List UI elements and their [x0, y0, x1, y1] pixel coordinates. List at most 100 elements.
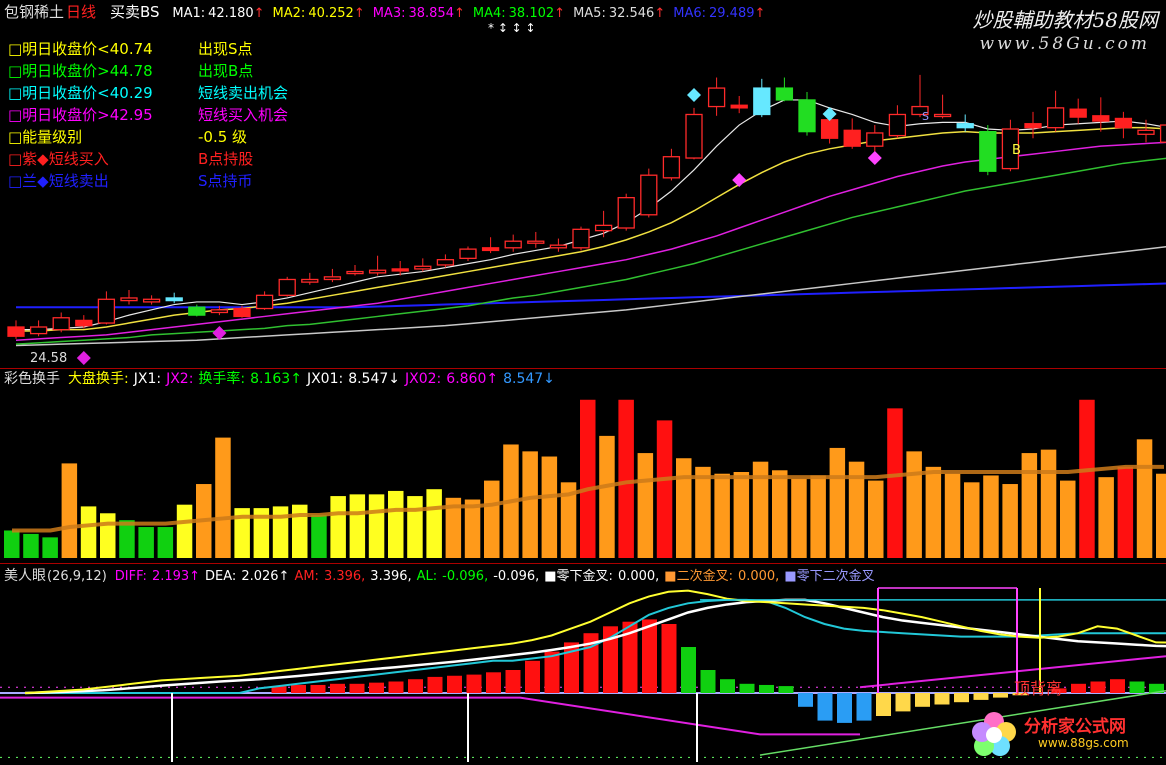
turnover-bar [1021, 453, 1038, 558]
candle-body [7, 326, 25, 337]
turnover-bar [272, 506, 289, 558]
candle-body [1024, 123, 1042, 129]
magenta-trend [0, 696, 860, 736]
macd-bar [1071, 683, 1086, 693]
turnover-bar [1156, 473, 1166, 558]
turnover-bar [791, 478, 807, 558]
macd-bar [408, 679, 423, 693]
macd-bar [856, 693, 872, 721]
signal-diamond [867, 151, 882, 165]
macd-bar [934, 693, 950, 705]
turnover-bar [772, 470, 788, 558]
macd-params: (26,9,12) [47, 569, 107, 584]
macd-bar [1090, 681, 1106, 693]
turnover-bar [42, 537, 58, 558]
candle-body [278, 278, 296, 296]
candle-body [843, 129, 861, 147]
ma5-line [15, 246, 1166, 347]
macd-bar [739, 683, 755, 693]
macd-bar [1129, 681, 1145, 693]
macd-bar [388, 681, 404, 693]
candle-body [346, 270, 364, 275]
flower-icon [972, 712, 1016, 756]
mid-header-item: 8.163↑ [250, 371, 302, 387]
turnover-bar [388, 490, 404, 558]
macd-bar [700, 670, 716, 693]
bot-header-item: ■二次金叉: [664, 569, 733, 584]
candle-body [775, 87, 794, 101]
signal-diamond [687, 88, 701, 102]
candle-body [662, 156, 681, 179]
macd-bar [954, 693, 969, 703]
candle-body [956, 123, 974, 129]
turnover-bar [176, 504, 193, 558]
candle-body [368, 269, 387, 274]
candle-body [1137, 129, 1155, 135]
turnover-bar [695, 466, 711, 558]
turnover-bar [4, 530, 20, 558]
macd-bar [544, 651, 560, 693]
macd-bar [505, 670, 521, 693]
candle-body [1159, 124, 1166, 143]
macd-bar [427, 676, 443, 693]
turnover-panel-header: 彩色换手 大盘换手: JX1: JX2: 换手率: 8.163↑ JX01: 8.547↓ JX… [4, 371, 566, 387]
bot-header-item: AL: [416, 569, 438, 584]
turnover-bar [484, 480, 500, 558]
macd-bar [525, 660, 540, 693]
candle-body [414, 265, 432, 270]
turnover-bar [157, 527, 174, 558]
candle-body [165, 297, 183, 302]
candle-body [979, 130, 997, 172]
turnover-bar [349, 494, 366, 558]
candle-body [1114, 117, 1133, 129]
mid-header-item: 大盘换手: [68, 371, 129, 387]
candle-body [594, 224, 613, 232]
bot-header-item: DEA: [205, 569, 237, 584]
turnover-bar [368, 494, 385, 558]
candle-body [391, 268, 409, 272]
candle-body [188, 306, 206, 316]
mid-header-item: JX1: [133, 371, 162, 387]
turnover-title[interactable]: 彩色换手 [4, 371, 60, 387]
macd-bar [778, 686, 794, 693]
divergence-label: 顶背离 [1014, 679, 1063, 698]
candle-body [798, 99, 816, 133]
candle-body [685, 113, 703, 159]
turnover-bar [61, 463, 78, 558]
turnover-bar [829, 447, 846, 558]
bot-header-item: -0.096, [493, 569, 540, 584]
bot-header-item: ■零下金叉: [544, 569, 613, 584]
candle-body [1092, 115, 1110, 122]
macd-bar [837, 693, 852, 723]
candle-body [52, 317, 70, 331]
candle-body [97, 298, 116, 324]
macd-bar [817, 693, 833, 721]
macd-bar [973, 693, 989, 700]
turnover-bar [23, 533, 39, 558]
bot-header-item: -0.096, [442, 569, 489, 584]
separator-1 [0, 368, 1166, 369]
macd-bar [895, 693, 911, 712]
turnover-bar [1060, 480, 1076, 558]
macd-bar [486, 672, 501, 693]
candle-body [323, 276, 342, 281]
candle-body [504, 240, 522, 249]
turnover-bar [330, 496, 346, 558]
turnover-bar [906, 451, 922, 558]
macd-bar [798, 693, 813, 707]
turnover-bar [426, 489, 442, 558]
turnover-bar [637, 453, 654, 558]
candle-body [481, 247, 500, 252]
candle-body [753, 87, 771, 116]
logo-88gs: 分析家公式网 www.88gs.com [970, 706, 1162, 761]
bot-header-item: DIFF: [114, 569, 147, 584]
candle-body [640, 174, 658, 216]
turnover-bar [733, 472, 750, 558]
turnover-bar [925, 466, 942, 558]
low-price-label: 24.58 [30, 351, 67, 366]
macd-bar [1110, 679, 1125, 693]
candle-body [707, 87, 726, 108]
turnover-bar [599, 435, 615, 558]
turnover-bar [100, 513, 116, 558]
macd-title[interactable]: 美人眼 [4, 568, 46, 584]
